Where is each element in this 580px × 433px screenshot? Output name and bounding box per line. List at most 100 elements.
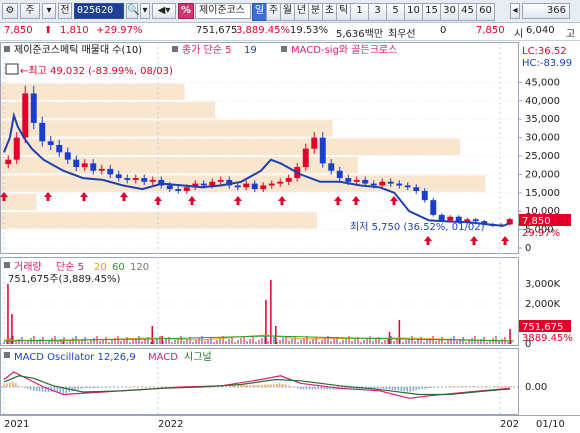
minute-button-1[interactable]: 1 <box>350 3 369 21</box>
period-button-일[interactable]: 일 <box>252 3 267 21</box>
count-input[interactable]: 366 <box>522 3 570 19</box>
macd-tick-label: 0.00 <box>525 382 547 393</box>
volume-legend-period-120: 120 <box>130 262 149 273</box>
bid-price: 7,850 <box>476 25 505 36</box>
minute-button-60[interactable]: 60 <box>476 3 495 21</box>
candle-body <box>413 187 420 191</box>
session-value: 0 <box>440 25 447 36</box>
candle-body <box>285 178 292 182</box>
high-label: 고 <box>566 29 576 40</box>
price-tick-label: 35,000 <box>525 114 560 125</box>
candle-body <box>90 163 97 171</box>
minute-button-30[interactable]: 30 <box>440 3 459 21</box>
candle-body <box>311 137 318 149</box>
period-button-틱[interactable]: 틱 <box>336 3 351 21</box>
period-button-주[interactable]: 주 <box>266 3 281 21</box>
volume-profile-band-5 <box>1 175 486 192</box>
prev-label: 전 <box>60 5 70 16</box>
candle-body <box>234 185 241 188</box>
market-dropdown[interactable]: 주 <box>20 3 40 19</box>
candle-body <box>379 181 386 186</box>
price-tick-label: 40,000 <box>525 96 560 107</box>
candle-body <box>183 187 190 191</box>
candle-body <box>30 93 37 123</box>
stock-chart[interactable]: 45,000 40,000 35,000 30,000 25,000 20,000 15,0… <box>0 42 580 430</box>
stock-name: 제이준코스 <box>195 3 251 19</box>
market-dropdown-label: 주 <box>25 5 35 16</box>
volume-profile-band-7 <box>1 212 318 229</box>
legend-swatch-icon <box>4 262 10 268</box>
volume-tick-label: 3,000K <box>525 279 561 290</box>
volume-current-tag-text: 751,675 <box>522 322 563 333</box>
min-price-annotation: 최저 5,750 (36.52%, 01/02) <box>350 221 485 233</box>
chart-settings-icon[interactable]: ⚙ <box>2 3 18 19</box>
minute-button-5[interactable]: 5 <box>386 3 405 21</box>
period-button-분[interactable]: 분 <box>308 3 323 21</box>
x-label-2021: 2021 <box>4 419 29 430</box>
minute-button-15[interactable]: 15 <box>422 3 441 21</box>
candle-body <box>39 122 46 142</box>
open-label: 시 <box>514 29 524 40</box>
price-legend-ma: 종가 단순 5 <box>182 44 232 56</box>
candle-body <box>345 178 352 182</box>
stock-code-input[interactable]: 025620 <box>74 3 124 19</box>
volume-legend-period-60: 60 <box>112 262 125 273</box>
legend-swatch-icon <box>4 46 10 52</box>
price-tick-label: 45,000 <box>525 77 560 88</box>
candle-body <box>404 185 411 188</box>
price-legend: 제이준코스메틱 매물대 수(10) 종가 단순 5 19 MACD-sig와 골… <box>4 44 397 56</box>
percent-button[interactable]: % <box>178 3 194 19</box>
prev-button[interactable]: 전 <box>58 3 72 19</box>
calendar-icon[interactable] <box>5 63 19 75</box>
volume-ratio: 3,889.45% <box>236 25 291 36</box>
code-history-icon[interactable]: ▾ <box>140 3 150 19</box>
candle-body <box>472 219 479 222</box>
period-button-월[interactable]: 월 <box>280 3 295 21</box>
candle-body <box>5 159 12 165</box>
sound-toggle-icon[interactable]: ◀▾ <box>152 3 176 19</box>
price-tick-label: 0 <box>525 243 531 254</box>
price-legend-title: 제이준코스메틱 매물대 수(10) <box>14 44 142 56</box>
dropdown-arrow-icon[interactable]: ▾ <box>42 3 56 19</box>
legend-swatch-icon <box>172 46 178 52</box>
candle-body <box>277 181 284 184</box>
price-tick-label: 15,000 <box>525 188 560 199</box>
minute-button-10[interactable]: 10 <box>404 3 423 21</box>
candle-body <box>302 148 309 168</box>
period-button-년[interactable]: 년 <box>294 3 309 21</box>
legend-swatch-icon <box>281 46 287 52</box>
candle-body <box>370 183 377 186</box>
current-price: 7,850 <box>4 25 33 36</box>
chart-canvas[interactable]: 45,000 40,000 35,000 30,000 25,000 20,000 15,0… <box>0 42 580 430</box>
price-tick-label: 25,000 <box>525 151 560 162</box>
open-value: 6,040 <box>526 25 555 36</box>
period-button-초[interactable]: 초 <box>322 3 337 21</box>
candle-body <box>268 183 275 186</box>
minute-button-3[interactable]: 3 <box>368 3 387 21</box>
legend-swatch-icon <box>4 352 10 358</box>
trade-value: 5,636백만 <box>336 29 384 40</box>
candle-body <box>319 137 326 164</box>
macd-legend-signal: 시그널 <box>184 351 212 363</box>
candle-body <box>47 141 54 145</box>
current-pct-tag-text: 29.97% <box>522 228 560 239</box>
candle-body <box>396 183 403 186</box>
chart-toolbar: ⚙ 주 ▾ 전 025620 🔍 ▾ ◀▾ % 제이준코스 일주월년분초틱 13… <box>0 0 580 23</box>
x-axis: 2021 2022 202 01/10 <box>0 415 580 430</box>
candle-body <box>430 200 437 215</box>
candle-body <box>141 178 148 182</box>
quote-bar: 7,850 ⬆ 1,810 +29.97% 751,675 3,889.45% … <box>0 23 580 41</box>
volume-tick-label: 2,000K <box>525 299 561 310</box>
x-label-2022: 2022 <box>158 419 183 430</box>
volume-legend-period-20: 20 <box>94 262 107 273</box>
lc-label: LC:36.52 <box>522 46 567 57</box>
candle-body <box>98 168 105 171</box>
volume-current-pct-text: 3889.45% <box>522 333 573 344</box>
minute-button-45[interactable]: 45 <box>458 3 477 21</box>
candle-body <box>132 178 139 180</box>
count-down-arrow-icon[interactable]: ◂ <box>510 3 520 19</box>
price-change-pct: +29.97% <box>96 25 143 36</box>
code-search-icon[interactable]: 🔍 <box>126 3 139 19</box>
x-label-2023: 202 <box>500 419 519 430</box>
candle-body <box>251 183 258 190</box>
